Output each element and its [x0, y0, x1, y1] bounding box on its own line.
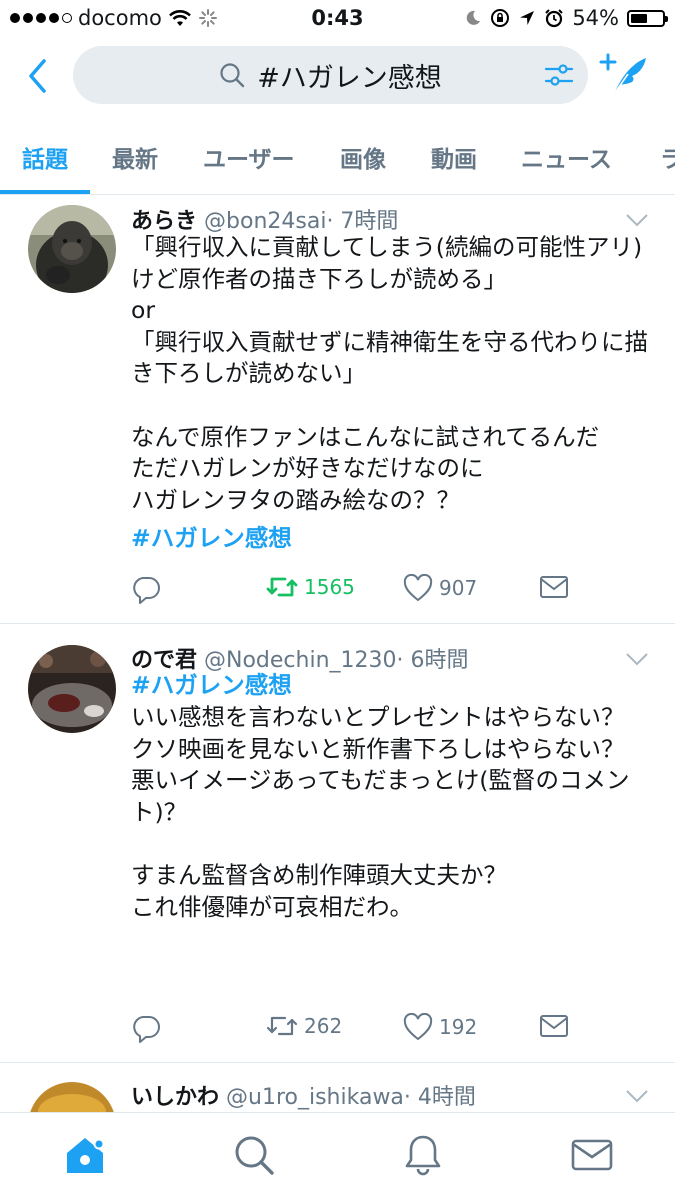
- tab-videos[interactable]: 動画: [431, 140, 477, 174]
- hashtag-link[interactable]: #ハガレン感想: [131, 523, 651, 555]
- tweet-text: 「興行収入に貢献してしまう(続編の可能性アリ) けど原作者の描き下ろしが読める」…: [131, 233, 648, 514]
- retweet-icon: [266, 577, 298, 597]
- status-right: 54%: [464, 6, 668, 30]
- tweet-text: いい感想を言わないとプレゼントはやらない？ クソ映画を見ないと新作書下ろしはやら…: [131, 703, 630, 921]
- filter-icon[interactable]: [544, 60, 574, 90]
- user-handle: @bon24sai: [204, 209, 327, 234]
- display-name[interactable]: いしかわ: [131, 1085, 219, 1110]
- tweet-actions: 1565 907: [131, 574, 591, 608]
- avatar[interactable]: [28, 645, 116, 733]
- tab-users[interactable]: ユーザー: [203, 140, 295, 174]
- location-icon: [520, 11, 535, 25]
- moon-icon: [467, 10, 481, 25]
- dm-icon: [540, 1015, 568, 1037]
- tweet[interactable]: ので君 @Nodechin_1230· 6時間 #ハガレン感想 いい感想を言わな…: [0, 624, 675, 1063]
- retweet-count: 262: [304, 1014, 343, 1038]
- reply-icon: [133, 577, 160, 604]
- active-tab-indicator: [0, 190, 90, 194]
- like-icon: [403, 574, 433, 602]
- bottom-nav: [0, 1112, 675, 1201]
- messages-icon[interactable]: [570, 1133, 614, 1177]
- dm-icon: [540, 576, 568, 598]
- search-icon: [220, 63, 245, 88]
- home-icon[interactable]: [63, 1133, 107, 1177]
- chevron-down-icon[interactable]: [625, 212, 649, 228]
- tweet[interactable]: いしかわ @u1ro_ishikawa· 4時間: [0, 1063, 675, 1112]
- search-header: #ハガレン感想: [0, 38, 675, 116]
- tweet-header: あらき @bon24sai· 7時間: [131, 203, 398, 235]
- tweet[interactable]: あらき @bon24sai· 7時間 「興行収入に貢献してしまう(続編の可能性ア…: [0, 195, 675, 624]
- user-avatar-image: [28, 1082, 116, 1112]
- hashtag-link[interactable]: #ハガレン感想: [131, 670, 651, 702]
- alarm-icon: [545, 9, 564, 28]
- compose-icon[interactable]: [598, 52, 650, 98]
- search-query: #ハガレン感想: [257, 62, 442, 94]
- tweet-time: · 7時間: [326, 209, 399, 234]
- battery-icon: [627, 9, 668, 27]
- tweet-header: いしかわ @u1ro_ishikawa· 4時間: [131, 1079, 476, 1111]
- chevron-down-icon[interactable]: [625, 651, 649, 667]
- dm-button[interactable]: [539, 1013, 569, 1039]
- gorilla-avatar-image: [28, 205, 116, 293]
- like-count: 907: [439, 576, 478, 600]
- steak-avatar-image: [28, 645, 116, 733]
- tab-news[interactable]: ニュース: [521, 140, 612, 174]
- retweet-button[interactable]: 262: [266, 1013, 342, 1039]
- tab-images[interactable]: 画像: [340, 140, 386, 174]
- reply-button[interactable]: [131, 574, 161, 604]
- search-input[interactable]: #ハガレン感想: [73, 46, 588, 104]
- like-button[interactable]: 907: [403, 574, 477, 602]
- tab-more[interactable]: ラ: [660, 140, 675, 174]
- tab-latest[interactable]: 最新: [112, 140, 158, 174]
- like-count: 192: [439, 1015, 478, 1039]
- battery-percent: 54%: [572, 6, 619, 30]
- avatar[interactable]: [28, 1082, 116, 1112]
- reply-icon: [133, 1016, 160, 1043]
- retweet-count: 1565: [304, 575, 355, 599]
- like-button[interactable]: 192: [403, 1013, 477, 1041]
- display-name[interactable]: あらき: [131, 209, 197, 234]
- chevron-down-icon[interactable]: [625, 1088, 649, 1104]
- retweet-icon: [266, 1016, 298, 1036]
- explore-icon[interactable]: [232, 1133, 276, 1177]
- search-tabs: 話題 最新 ユーザー 画像 動画 ニュース ラ: [0, 124, 675, 195]
- avatar[interactable]: [28, 205, 116, 293]
- tweet-actions: 262 192: [131, 1013, 591, 1047]
- rotation-lock-icon: [491, 9, 510, 27]
- back-chevron-icon[interactable]: [22, 56, 52, 96]
- tweet-time: · 4時間: [403, 1085, 476, 1110]
- tab-top[interactable]: 話題: [22, 140, 68, 174]
- reply-button[interactable]: [131, 1013, 161, 1043]
- user-handle: @u1ro_ishikawa: [226, 1085, 404, 1110]
- dm-button[interactable]: [539, 574, 569, 600]
- like-icon: [403, 1013, 433, 1041]
- retweet-button[interactable]: 1565: [266, 574, 355, 600]
- tweet-list: あらき @bon24sai· 7時間 「興行収入に貢献してしまう(続編の可能性ア…: [0, 195, 675, 1112]
- notifications-icon[interactable]: [401, 1133, 445, 1177]
- status-bar: docomo 0:43 54%: [0, 0, 675, 38]
